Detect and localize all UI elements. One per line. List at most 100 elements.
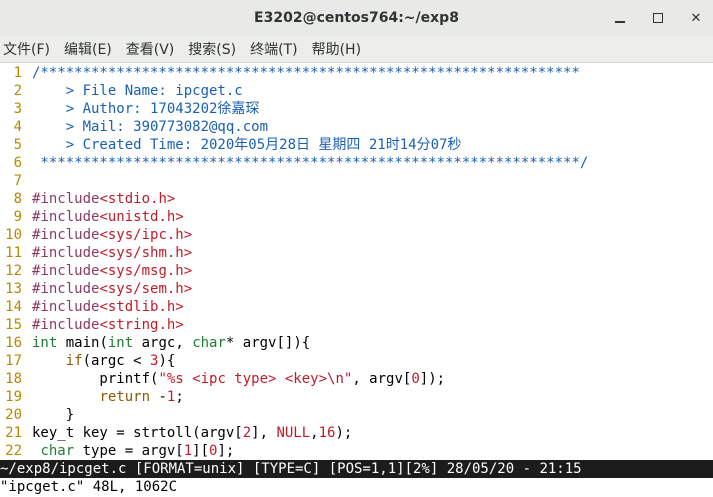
code-line: 12 #include<sys/msg.h> bbox=[0, 262, 713, 280]
code-text: printf("%s <ipc type> <key>\n", argv[0])… bbox=[32, 370, 445, 388]
code-token: #include bbox=[32, 281, 100, 297]
window-controls: ✕ bbox=[613, 0, 703, 36]
code-token: > Author: 17043202徐嘉琛 bbox=[32, 101, 260, 117]
line-number: 6 bbox=[13, 155, 22, 171]
code-token: \n bbox=[327, 371, 344, 387]
code-token: > Created Time: 2020年05月28日 星期四 21时14分07… bbox=[32, 137, 462, 153]
code-token: key_t key = strtoll(argv[ bbox=[32, 425, 243, 441]
code-line: 2 > File Name: ipcget.c bbox=[0, 82, 713, 100]
close-icon[interactable]: ✕ bbox=[689, 11, 703, 26]
code-token: #include bbox=[32, 245, 100, 261]
code-token: <unistd.h> bbox=[99, 209, 184, 225]
line-number: 3 bbox=[13, 101, 22, 117]
line-number: 13 bbox=[5, 281, 22, 297]
line-number: 10 bbox=[5, 227, 22, 243]
code-token: return bbox=[99, 389, 151, 405]
code-token: ], bbox=[251, 425, 277, 441]
code-text: #include<sys/ipc.h> bbox=[32, 226, 192, 244]
line-number: 21 bbox=[5, 425, 22, 441]
code-token: <sys/ipc.h> bbox=[99, 227, 193, 243]
line-number: 19 bbox=[5, 389, 22, 405]
code-text: key_t key = strtoll(argv[2], NULL,16); bbox=[32, 424, 352, 442]
line-number: 17 bbox=[5, 353, 22, 369]
line-number: 7 bbox=[13, 173, 22, 189]
menu-bar: 文件(F) 编辑(E) 查看(V) 搜索(S) 终端(T) 帮助(H) bbox=[0, 36, 713, 63]
line-number: 4 bbox=[13, 119, 22, 135]
code-text: > Created Time: 2020年05月28日 星期四 21时14分07… bbox=[32, 136, 462, 154]
line-number: 14 bbox=[5, 299, 22, 315]
menu-view[interactable]: 查看(V) bbox=[122, 39, 179, 59]
code-line: 13 #include<sys/sem.h> bbox=[0, 280, 713, 298]
menu-file[interactable]: 文件(F) bbox=[0, 39, 54, 59]
code-line: 15 #include<string.h> bbox=[0, 316, 713, 334]
code-line: 10 #include<sys/ipc.h> bbox=[0, 226, 713, 244]
code-text: } bbox=[32, 406, 74, 424]
code-line: 17 if(argc < 3){ bbox=[0, 352, 713, 370]
line-number: 8 bbox=[13, 191, 22, 207]
code-token: type = argv[ bbox=[74, 443, 184, 459]
code-token: int bbox=[32, 335, 58, 351]
code-token: "%s <ipc type> <key> bbox=[158, 371, 328, 387]
code-token: 1 bbox=[183, 443, 193, 459]
editor-area[interactable]: 1 /**************************************… bbox=[0, 64, 713, 460]
code-line: 3 > Author: 17043202徐嘉琛 bbox=[0, 100, 713, 118]
menu-edit[interactable]: 编辑(E) bbox=[60, 39, 116, 59]
code-token: main( bbox=[57, 335, 108, 351]
code-token: <sys/sem.h> bbox=[99, 281, 193, 297]
code-token: 0 bbox=[411, 371, 420, 387]
code-text: ****************************************… bbox=[32, 154, 588, 172]
vim-command-line[interactable]: "ipcget.c" 48L, 1062C bbox=[0, 478, 713, 497]
line-number: 18 bbox=[5, 371, 22, 387]
code-token: <string.h> bbox=[99, 317, 184, 333]
line-number: 15 bbox=[5, 317, 22, 333]
menu-terminal[interactable]: 终端(T) bbox=[246, 39, 301, 59]
code-line: 19 return -1; bbox=[0, 388, 713, 406]
code-text: return -1; bbox=[32, 388, 183, 406]
code-text: /***************************************… bbox=[32, 64, 580, 82]
menu-search[interactable]: 搜索(S) bbox=[184, 39, 240, 59]
code-token: argc, bbox=[133, 335, 193, 351]
code-token: * argv[]){ bbox=[225, 335, 311, 351]
code-text: char type = argv[1][0]; bbox=[32, 442, 234, 460]
line-number: 12 bbox=[5, 263, 22, 279]
code-line: 6 **************************************… bbox=[0, 154, 713, 172]
code-token: ]); bbox=[419, 371, 446, 387]
code-line: 16 int main(int argc, char* argv[]){ bbox=[0, 334, 713, 352]
code-token: NULL bbox=[276, 425, 311, 441]
code-token: #include bbox=[32, 317, 100, 333]
code-token: /***************************************… bbox=[32, 65, 580, 81]
code-token: <sys/msg.h> bbox=[99, 263, 193, 279]
code-line: 1 /**************************************… bbox=[0, 64, 713, 82]
line-number: 20 bbox=[5, 407, 22, 423]
code-token: } bbox=[32, 407, 75, 423]
menu-help[interactable]: 帮助(H) bbox=[308, 39, 365, 59]
line-number: 11 bbox=[5, 245, 22, 261]
code-line: 20 } bbox=[0, 406, 713, 424]
window-title: E3202@centos764:~/exp8 bbox=[254, 10, 459, 26]
code-token: , bbox=[310, 425, 319, 441]
code-token: #include bbox=[32, 227, 100, 243]
code-text: > File Name: ipcget.c bbox=[32, 82, 243, 100]
line-number: 9 bbox=[13, 209, 22, 225]
line-number: 5 bbox=[13, 137, 22, 153]
code-line: 18 printf("%s <ipc type> <key>\n", argv[… bbox=[0, 370, 713, 388]
code-token: <stdlib.h> bbox=[99, 299, 184, 315]
code-token: <sys/shm.h> bbox=[99, 245, 193, 261]
code-token: , argv[ bbox=[352, 371, 412, 387]
code-line: 11 #include<sys/shm.h> bbox=[0, 244, 713, 262]
code-token: int bbox=[107, 335, 134, 351]
code-token: #include bbox=[32, 209, 100, 225]
code-token: #include bbox=[32, 299, 100, 315]
code-token: #include bbox=[32, 263, 100, 279]
code-token: char bbox=[192, 335, 226, 351]
minimize-icon[interactable] bbox=[613, 11, 627, 25]
code-token: ][ bbox=[192, 443, 210, 459]
code-text: #include<string.h> bbox=[32, 316, 184, 334]
maximize-icon[interactable] bbox=[653, 13, 663, 23]
code-token: 16 bbox=[318, 425, 336, 441]
line-number: 2 bbox=[13, 83, 22, 99]
code-token: ]; bbox=[217, 443, 235, 459]
code-text: #include<stdlib.h> bbox=[32, 298, 184, 316]
